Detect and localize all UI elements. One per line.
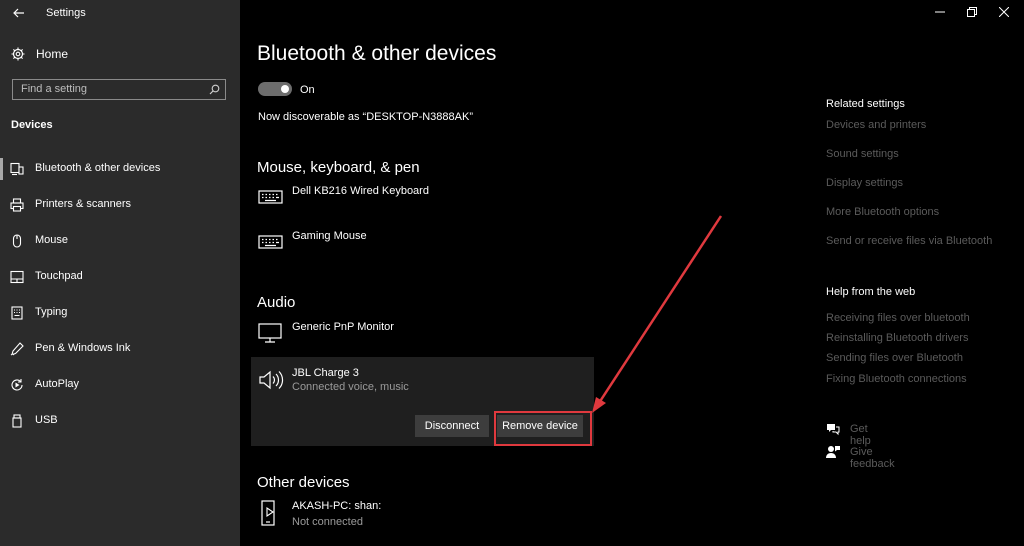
link-more-bluetooth-options[interactable]: More Bluetooth options	[826, 206, 939, 218]
link-sound-settings[interactable]: Sound settings	[826, 148, 899, 160]
link-display-settings[interactable]: Display settings	[826, 177, 903, 189]
link-fixing-connections[interactable]: Fixing Bluetooth connections	[826, 373, 967, 385]
link-devices-and-printers[interactable]: Devices and printers	[826, 119, 926, 131]
get-help-label: Get help	[850, 423, 871, 447]
feedback-icon	[826, 446, 840, 458]
chat-help-icon	[827, 424, 840, 436]
help-from-web-title: Help from the web	[826, 286, 916, 298]
link-reinstalling-drivers[interactable]: Reinstalling Bluetooth drivers	[826, 332, 968, 344]
link-send-receive-files[interactable]: Send or receive files via Bluetooth	[826, 235, 992, 247]
give-feedback-label: Give feedback	[850, 446, 895, 470]
related-settings-title: Related settings	[826, 98, 905, 110]
link-receiving-files[interactable]: Receiving files over bluetooth	[826, 312, 970, 324]
link-sending-files[interactable]: Sending files over Bluetooth	[826, 352, 963, 364]
